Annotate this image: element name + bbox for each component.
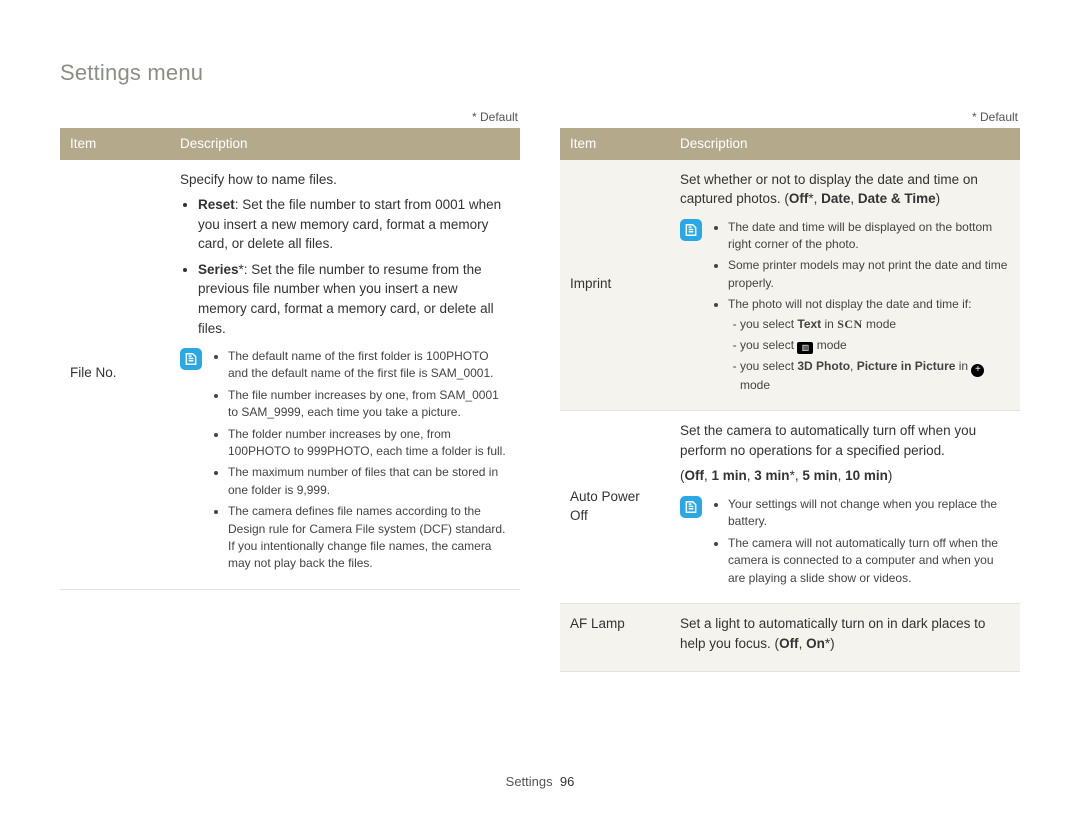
note-file-no-4: The maximum number of files that can be … bbox=[228, 464, 510, 499]
bullet-series: Series*: Set the file number to resume f… bbox=[198, 260, 510, 338]
note-file-no-2: The file number increases by one, from S… bbox=[228, 387, 510, 422]
page-title: Settings menu bbox=[60, 60, 1020, 86]
imprint-intro-c: , bbox=[850, 191, 858, 206]
left-column: * Default Item Description File No. Spec… bbox=[60, 110, 520, 672]
note-file-no-5: The camera defines file names according … bbox=[228, 503, 510, 573]
footer-section: Settings bbox=[506, 774, 553, 789]
right-column: * Default Item Description Imprint Set w… bbox=[560, 110, 1020, 672]
col-header-item: Item bbox=[60, 128, 170, 160]
af-on: On bbox=[806, 636, 825, 651]
note-imprint: The date and time will be displayed on t… bbox=[680, 219, 1010, 399]
scn-mode-icon: SCN bbox=[837, 317, 863, 331]
note-icon bbox=[180, 348, 202, 370]
note-imprint-3-text: The photo will not display the date and … bbox=[728, 297, 971, 311]
sub-3d-pip: you select 3D Photo, Picture in Picture … bbox=[740, 358, 1010, 394]
row-af-lamp: AF Lamp Set a light to automatically tur… bbox=[560, 603, 1020, 671]
apo-1min: 1 min bbox=[712, 468, 747, 483]
apo-5min: 5 min bbox=[802, 468, 837, 483]
item-file-no: File No. bbox=[60, 160, 170, 590]
text-reset: : Set the file number to start from 0001… bbox=[198, 197, 501, 251]
desc-imprint: Set whether or not to display the date a… bbox=[670, 160, 1020, 411]
af-off: Off bbox=[779, 636, 799, 651]
desc-auto-power-off: Set the camera to automatically turn off… bbox=[670, 411, 1020, 604]
col-header-item-r: Item bbox=[560, 128, 670, 160]
sub-text-scn: you select Text in SCN mode bbox=[740, 316, 1010, 333]
s3e: in bbox=[955, 359, 971, 373]
default-note-left: * Default bbox=[60, 110, 520, 124]
label-series: Series bbox=[198, 262, 239, 277]
label-reset: Reset bbox=[198, 197, 235, 212]
page-footer: Settings 96 bbox=[0, 774, 1080, 789]
row-imprint: Imprint Set whether or not to display th… bbox=[560, 160, 1020, 411]
s3d: Picture in Picture bbox=[857, 359, 956, 373]
right-table: Item Description Imprint Set whether or … bbox=[560, 128, 1020, 672]
imprint-intro-b: *, bbox=[808, 191, 821, 206]
file-no-bullets: Reset: Set the file number to start from… bbox=[180, 195, 510, 338]
af-c: *) bbox=[825, 636, 835, 651]
s3f: mode bbox=[740, 378, 770, 392]
sub-wide: you select ▥ mode bbox=[740, 337, 1010, 354]
item-af-lamp: AF Lamp bbox=[560, 603, 670, 671]
imprint-date: Date bbox=[821, 191, 850, 206]
col-header-description-r: Description bbox=[670, 128, 1020, 160]
note-apo-2: The camera will not automatically turn o… bbox=[728, 535, 1010, 587]
imprint-off: Off bbox=[789, 191, 809, 206]
note-list-imprint: The date and time will be displayed on t… bbox=[712, 219, 1010, 399]
desc-af-lamp: Set a light to automatically turn on in … bbox=[670, 603, 1020, 671]
default-note-right: * Default bbox=[560, 110, 1020, 124]
footer-page-number: 96 bbox=[560, 774, 574, 789]
note-file-no: The default name of the first folder is … bbox=[180, 348, 510, 577]
note-imprint-3: The photo will not display the date and … bbox=[728, 296, 1010, 394]
col-header-description: Description bbox=[170, 128, 520, 160]
note-file-no-1: The default name of the first folder is … bbox=[228, 348, 510, 383]
text-series: *: Set the file number to resume from th… bbox=[198, 262, 494, 336]
note-imprint-1: The date and time will be displayed on t… bbox=[728, 219, 1010, 254]
note-icon bbox=[680, 219, 702, 241]
left-table: Item Description File No. Specify how to… bbox=[60, 128, 520, 590]
note-list-file-no: The default name of the first folder is … bbox=[212, 348, 510, 577]
s3a: you select bbox=[740, 359, 797, 373]
note-icon bbox=[680, 496, 702, 518]
bullet-reset: Reset: Set the file number to start from… bbox=[198, 195, 510, 254]
imprint-intro: Set whether or not to display the date a… bbox=[680, 170, 1010, 209]
s1c: in bbox=[821, 317, 837, 331]
note-apo: Your settings will not change when you r… bbox=[680, 496, 1010, 591]
apo-options: (Off, 1 min, 3 min*, 5 min, 10 min) bbox=[680, 466, 1010, 486]
apo-10min: 10 min bbox=[845, 468, 888, 483]
file-no-intro: Specify how to name files. bbox=[180, 170, 510, 190]
af-lamp-text: Set a light to automatically turn on in … bbox=[680, 614, 1010, 653]
imprint-intro-d: ) bbox=[936, 191, 941, 206]
note-file-no-3: The folder number increases by one, from… bbox=[228, 426, 510, 461]
note-imprint-sub: you select Text in SCN mode you select ▥… bbox=[728, 316, 1010, 395]
apo-3min: 3 min bbox=[754, 468, 789, 483]
s3c: , bbox=[850, 359, 857, 373]
s2a: you select bbox=[740, 338, 797, 352]
note-apo-1: Your settings will not change when you r… bbox=[728, 496, 1010, 531]
apo-off: Off bbox=[685, 468, 705, 483]
s1a: you select bbox=[740, 317, 797, 331]
s1d: mode bbox=[863, 317, 896, 331]
apo-intro: Set the camera to automatically turn off… bbox=[680, 421, 1010, 460]
row-file-no: File No. Specify how to name files. Rese… bbox=[60, 160, 520, 590]
af-b: , bbox=[799, 636, 807, 651]
content-columns: * Default Item Description File No. Spec… bbox=[60, 110, 1020, 672]
row-auto-power-off: Auto Power Off Set the camera to automat… bbox=[560, 411, 1020, 604]
wide-mode-icon: ▥ bbox=[797, 342, 813, 354]
s2b: mode bbox=[813, 338, 846, 352]
imprint-datetime: Date & Time bbox=[858, 191, 936, 206]
s3b: 3D Photo bbox=[797, 359, 850, 373]
note-list-apo: Your settings will not change when you r… bbox=[712, 496, 1010, 591]
note-imprint-2: Some printer models may not print the da… bbox=[728, 257, 1010, 292]
desc-file-no: Specify how to name files. Reset: Set th… bbox=[170, 160, 520, 590]
plus-mode-icon: + bbox=[971, 364, 984, 377]
s1b: Text bbox=[797, 317, 821, 331]
item-imprint: Imprint bbox=[560, 160, 670, 411]
item-auto-power-off: Auto Power Off bbox=[560, 411, 670, 604]
